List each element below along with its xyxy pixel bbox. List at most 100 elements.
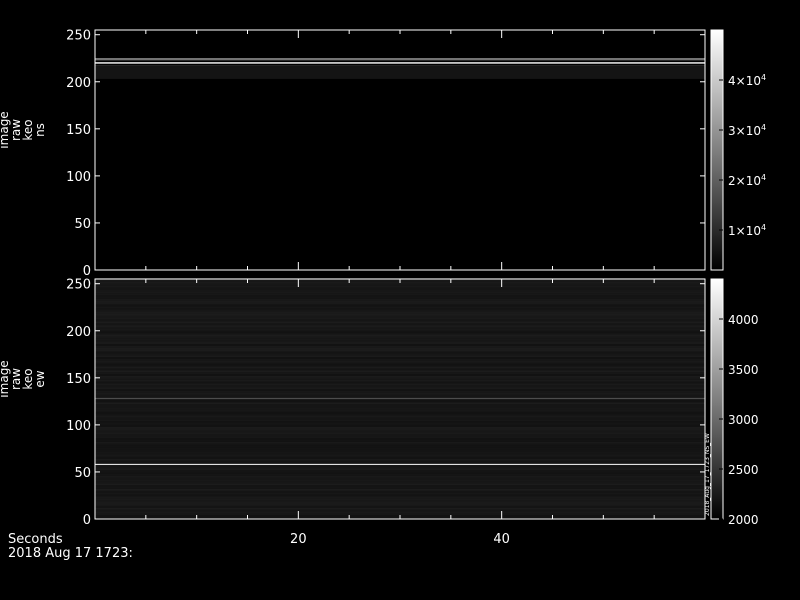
image-row bbox=[95, 359, 705, 361]
image-row bbox=[95, 443, 705, 446]
emission-band bbox=[95, 397, 705, 400]
image-row bbox=[95, 385, 705, 388]
image-row bbox=[95, 387, 705, 390]
y-tick-label: 200 bbox=[66, 76, 91, 91]
image-row bbox=[95, 456, 705, 459]
image-row bbox=[95, 430, 705, 433]
colorbar-tick-label: 3000 bbox=[728, 413, 759, 427]
image-row bbox=[95, 287, 705, 290]
image-row bbox=[95, 479, 705, 482]
image-row bbox=[95, 310, 705, 312]
image-row bbox=[95, 436, 705, 439]
image-row bbox=[95, 428, 705, 431]
y-tick-label: 100 bbox=[66, 170, 91, 185]
image-row bbox=[95, 447, 705, 450]
colorbar-tick-label: 4×104 bbox=[728, 73, 766, 88]
image-row bbox=[95, 345, 705, 348]
emission-band bbox=[95, 463, 705, 465]
image-row bbox=[95, 496, 705, 499]
image-row bbox=[95, 490, 705, 493]
image-row bbox=[95, 434, 705, 437]
image-row bbox=[95, 426, 705, 429]
image-row bbox=[95, 439, 705, 442]
image-row bbox=[95, 289, 705, 292]
image-row bbox=[95, 513, 705, 516]
image-row bbox=[95, 406, 705, 408]
ns-colorbar bbox=[710, 29, 724, 271]
ew-colorbar bbox=[710, 278, 724, 520]
image-row bbox=[95, 342, 705, 344]
image-row bbox=[95, 317, 705, 320]
image-row bbox=[95, 283, 705, 286]
emission-band bbox=[95, 58, 705, 61]
image-row bbox=[95, 391, 705, 393]
image-row bbox=[95, 349, 705, 352]
image-row bbox=[95, 357, 705, 359]
image-row bbox=[95, 293, 705, 295]
image-row bbox=[95, 334, 705, 337]
ew-keogram-panel: imagerawkeoew 0 50 100 150 200 250 2000 2500 30… bbox=[0, 278, 759, 528]
image-row bbox=[95, 295, 705, 297]
colorbar-tick-label: 2×104 bbox=[728, 173, 766, 188]
image-row bbox=[95, 411, 705, 414]
image-row bbox=[95, 453, 705, 455]
image-row bbox=[95, 343, 705, 346]
image-row bbox=[95, 338, 705, 341]
image-row bbox=[95, 368, 705, 371]
y-tick-label: 0 bbox=[83, 513, 91, 528]
image-row bbox=[95, 500, 705, 503]
image-row bbox=[95, 481, 705, 484]
y-tick-label: 150 bbox=[66, 123, 91, 138]
image-row bbox=[95, 389, 705, 391]
ew-colorbar-side-note: 2018_Aug_17_1723_NS_EW bbox=[704, 433, 711, 516]
y-axis-label-line: ns bbox=[33, 123, 47, 137]
image-row bbox=[95, 475, 705, 478]
image-row bbox=[95, 366, 705, 369]
image-row bbox=[95, 413, 705, 416]
image-row bbox=[95, 468, 705, 471]
image-row bbox=[95, 300, 705, 303]
image-row bbox=[95, 449, 705, 452]
image-row bbox=[95, 370, 705, 373]
x-axis-label: Seconds bbox=[8, 532, 63, 547]
image-row bbox=[95, 503, 705, 506]
image-row bbox=[95, 362, 705, 365]
image-row bbox=[95, 438, 705, 440]
image-row bbox=[95, 404, 705, 407]
image-row bbox=[95, 419, 705, 422]
image-row bbox=[95, 379, 705, 382]
ew-colorbar-ticks: 2000 2500 3000 3500 4000 bbox=[719, 313, 759, 527]
y-tick-label: 200 bbox=[66, 325, 91, 340]
image-row bbox=[95, 485, 705, 487]
y-axis-label-line: ew bbox=[33, 370, 47, 387]
image-row bbox=[95, 424, 705, 427]
image-row bbox=[95, 340, 705, 343]
colorbar-tick-label: 4000 bbox=[728, 313, 759, 327]
y-tick-label: 250 bbox=[66, 278, 91, 293]
image-row bbox=[95, 313, 705, 316]
image-row bbox=[95, 304, 705, 307]
image-row bbox=[95, 330, 705, 333]
image-row bbox=[95, 494, 705, 497]
image-row bbox=[95, 409, 705, 412]
colorbar-gradient bbox=[711, 279, 723, 519]
ns-y-axis-label: imagerawkeons bbox=[0, 111, 47, 148]
image-row bbox=[95, 471, 705, 474]
image-row bbox=[95, 323, 705, 326]
image-row bbox=[95, 298, 705, 301]
y-tick-label: 50 bbox=[74, 466, 91, 481]
y-tick-label: 50 bbox=[74, 217, 91, 232]
ns-keogram-panel: imagerawkeons 050100150200250 1×1042×104… bbox=[0, 29, 766, 279]
image-row bbox=[95, 372, 705, 375]
image-row bbox=[95, 498, 705, 501]
image-row bbox=[95, 470, 705, 472]
image-row bbox=[95, 487, 705, 489]
image-row bbox=[95, 327, 705, 329]
image-row bbox=[95, 505, 705, 508]
image-row bbox=[95, 285, 705, 288]
image-row bbox=[95, 477, 705, 480]
image-row bbox=[95, 509, 705, 512]
image-row bbox=[95, 511, 705, 514]
image-row bbox=[95, 360, 705, 363]
image-row bbox=[95, 407, 705, 410]
